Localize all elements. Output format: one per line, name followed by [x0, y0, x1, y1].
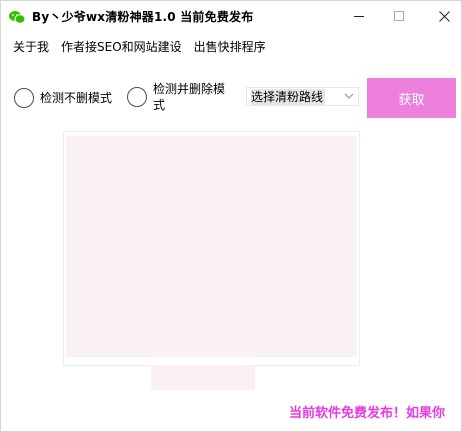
- radio-check-delete-mode[interactable]: 检测并删除模式: [127, 81, 233, 113]
- maximize-button[interactable]: [376, 1, 422, 31]
- menu-item-sell-program[interactable]: 出售快排程序: [188, 35, 272, 58]
- window-title: By丶少爷wx清粉神器1.0 当前免费发布: [32, 10, 254, 24]
- app-window: By丶少爷wx清粉神器1.0 当前免费发布 关于我 作者接SEO和网站建设 出售…: [0, 0, 462, 432]
- get-button[interactable]: 获取: [367, 78, 456, 118]
- radio-label: 检测并删除模式: [153, 82, 226, 112]
- status-panel: [151, 365, 255, 390]
- route-select-value: 选择清粉路线: [251, 89, 326, 105]
- title-bar[interactable]: By丶少爷wx清粉神器1.0 当前免费发布: [1, 1, 461, 32]
- marquee-notice: 当前软件免费发布！如果你: [289, 406, 446, 421]
- results-panel[interactable]: [63, 131, 360, 366]
- menu-item-about[interactable]: 关于我: [7, 35, 55, 58]
- wechat-icon: [9, 9, 26, 24]
- chevron-down-icon: [344, 93, 354, 99]
- close-icon: [438, 10, 450, 22]
- radio-circle[interactable]: [14, 88, 34, 108]
- route-select[interactable]: 选择清粉路线: [246, 87, 359, 106]
- radio-circle[interactable]: [127, 87, 147, 107]
- close-button[interactable]: [421, 1, 461, 31]
- results-list[interactable]: [66, 136, 357, 357]
- menu-bar: 关于我 作者接SEO和网站建设 出售快排程序: [1, 32, 461, 60]
- menu-item-seo-service[interactable]: 作者接SEO和网站建设: [55, 35, 188, 58]
- minimize-icon: [354, 15, 364, 17]
- radio-label: 检测不删模式: [40, 91, 113, 105]
- radio-check-only-mode[interactable]: 检测不删模式: [14, 88, 112, 108]
- maximize-icon: [394, 11, 404, 21]
